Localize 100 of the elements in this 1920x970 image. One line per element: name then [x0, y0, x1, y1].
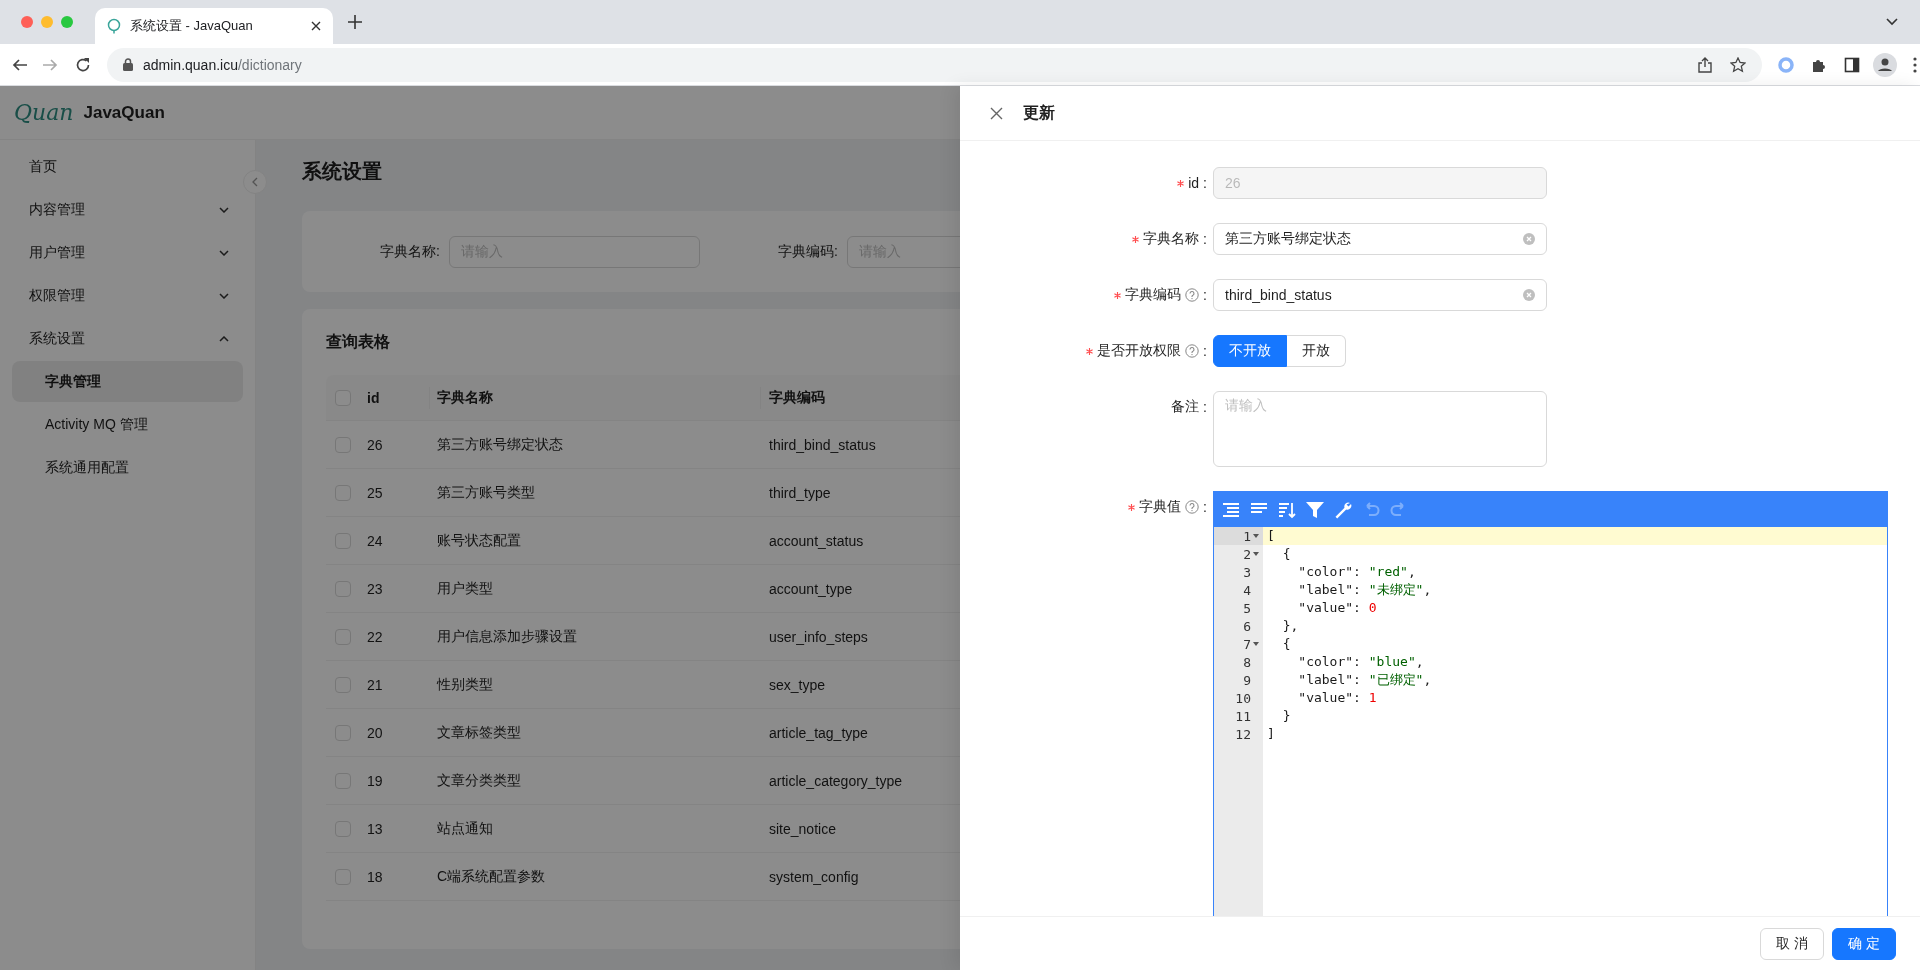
star-icon[interactable] — [1730, 56, 1746, 73]
chevron-up-icon — [219, 335, 229, 342]
cancel-button[interactable]: 取 消 — [1760, 927, 1825, 960]
code-line: } — [1281, 707, 1292, 725]
table-cell: 26 — [367, 436, 383, 453]
menu-item[interactable]: 用户管理 — [12, 232, 243, 273]
line-number: 1 — [1243, 528, 1251, 544]
field-label: 字典值 — [1139, 498, 1182, 516]
column-header: 字典编码 — [769, 388, 825, 407]
tab-title: 系统设置 - JavaQuan — [130, 17, 254, 35]
more-icon[interactable] — [1913, 56, 1917, 73]
submenu-item[interactable]: 系统通用配置 — [12, 447, 243, 488]
field-label: 字典编码 — [1125, 286, 1182, 304]
table-cell: system_config — [769, 868, 859, 885]
table-cell: 24 — [367, 532, 383, 549]
menu-item[interactable]: 系统设置 — [12, 318, 243, 359]
fold-icon[interactable] — [1252, 534, 1259, 538]
chevron-down-icon — [219, 249, 229, 256]
help-icon[interactable] — [1185, 344, 1200, 358]
table-cell: 第三方账号绑定状态 — [437, 435, 563, 454]
close-icon[interactable] — [990, 106, 1003, 120]
share-icon[interactable] — [1698, 56, 1712, 73]
field-label: 字典名称: — [379, 242, 440, 261]
table-cell: site_notice — [769, 820, 836, 837]
table-cell: 性别类型 — [437, 675, 493, 694]
line-number: 2 — [1243, 546, 1251, 562]
table-cell: sex_type — [769, 676, 826, 693]
confirm-button[interactable]: 确 定 — [1832, 927, 1896, 960]
logo-script: Quan — [14, 100, 74, 125]
lock-icon — [123, 58, 133, 71]
table-cell: account_type — [769, 580, 853, 597]
avatar-icon[interactable] — [1873, 52, 1897, 77]
label-colon: : — [1203, 175, 1207, 191]
column-header: id — [367, 389, 380, 406]
fold-icon[interactable] — [1252, 642, 1259, 646]
chevron-down-icon — [219, 206, 229, 213]
menu-item[interactable]: 权限管理 — [12, 275, 243, 316]
table-cell: 18 — [367, 868, 383, 885]
line-number: 12 — [1235, 726, 1251, 742]
table-cell: article_category_type — [769, 772, 903, 789]
label-colon: : — [1203, 399, 1207, 415]
clear-icon[interactable] — [1523, 289, 1535, 301]
browser-tab[interactable]: 系统设置 - JavaQuan — [95, 8, 333, 44]
code-line: "value": 0 — [1297, 599, 1378, 617]
ring-icon[interactable] — [1777, 55, 1795, 74]
menu-item[interactable]: 首页 — [12, 146, 243, 187]
chevron-down-icon[interactable] — [1886, 18, 1898, 26]
table-cell: account_status — [769, 532, 864, 549]
label-colon: : — [1203, 287, 1207, 303]
line-number: 4 — [1243, 582, 1251, 598]
menu-item[interactable]: 内容管理 — [12, 189, 243, 230]
help-icon[interactable] — [1185, 500, 1200, 514]
window-controls-icon[interactable] — [20, 15, 74, 29]
line-number: 7 — [1243, 636, 1251, 652]
line-number: 3 — [1243, 564, 1251, 580]
forward-icon[interactable] — [42, 56, 58, 73]
back-icon[interactable] — [12, 56, 28, 73]
table-cell: 19 — [367, 772, 383, 789]
close-icon[interactable] — [311, 21, 321, 31]
help-icon[interactable] — [1185, 288, 1200, 302]
field-label: 是否开放权限 — [1097, 342, 1182, 360]
table-cell: 23 — [367, 580, 383, 597]
line-number: 8 — [1243, 654, 1251, 670]
table-cell: 用户类型 — [437, 579, 493, 598]
code-line: "color": "blue", — [1297, 653, 1425, 671]
table-cell: third_bind_status — [769, 436, 876, 453]
input-field[interactable]: third_bind_status — [1213, 279, 1547, 311]
field-label: 字典编码: — [777, 242, 838, 261]
sidebar-icon[interactable] — [1844, 56, 1860, 73]
table-cell: 25 — [367, 484, 383, 501]
submenu-item[interactable]: Activity MQ 管理 — [12, 404, 243, 445]
clear-icon[interactable] — [1523, 233, 1535, 245]
radio-button[interactable]: 开放 — [1287, 335, 1346, 367]
code-line: "value": 1 — [1297, 689, 1378, 707]
line-number: 10 — [1235, 690, 1251, 706]
drawer-title: 更新 — [1023, 102, 1055, 123]
page-title: 系统设置 — [302, 159, 382, 184]
code-line: "label": "已绑定", — [1297, 671, 1433, 689]
new-tab-icon[interactable] — [348, 15, 362, 29]
reload-icon[interactable] — [75, 56, 91, 73]
table-cell: 22 — [367, 628, 383, 645]
field-label: 备注 — [1171, 398, 1200, 416]
field-label: 字典名称 — [1143, 230, 1200, 248]
table-title: 查询表格 — [326, 332, 390, 352]
input-field[interactable]: 第三方账号绑定状态 — [1213, 223, 1547, 255]
favicon-icon — [107, 18, 121, 34]
line-number: 11 — [1235, 708, 1251, 724]
address-bar[interactable]: admin.quan.icu/dictionary — [107, 47, 1762, 82]
chevron-left-icon — [252, 177, 258, 187]
table-cell: user_info_steps — [769, 628, 868, 645]
field-label: id — [1188, 175, 1200, 191]
code-line: ] — [1266, 725, 1276, 743]
submenu-item[interactable]: 字典管理 — [12, 361, 243, 402]
code-line: { — [1281, 545, 1292, 563]
table-cell: 21 — [367, 676, 383, 693]
fold-icon[interactable] — [1252, 552, 1259, 556]
column-header: 字典名称 — [437, 388, 493, 407]
code-line: { — [1281, 635, 1292, 653]
url-text: admin.quan.icu/dictionary — [143, 56, 302, 73]
radio-button[interactable]: 不开放 — [1213, 335, 1287, 367]
